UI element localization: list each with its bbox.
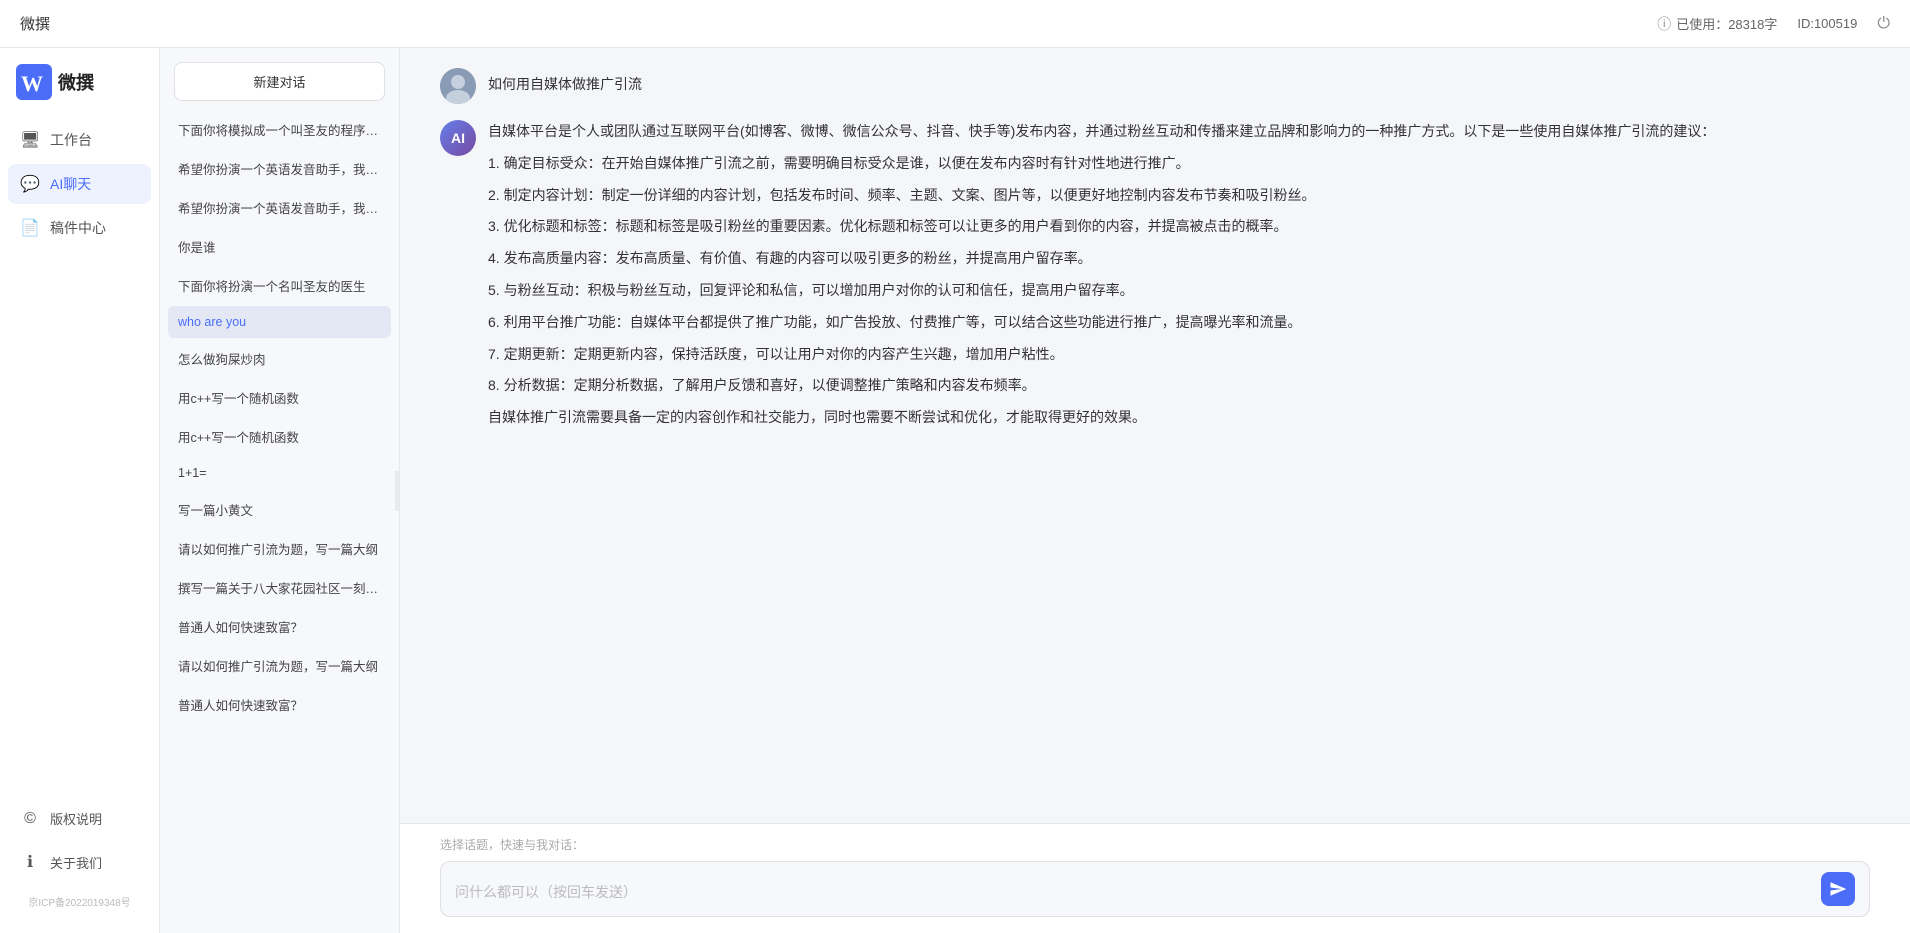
main-layout: W 微撰 🖥 工作台 💬 AI聊天 📄 稿件中心 © 版权说明 (0, 48, 1910, 933)
list-item[interactable]: 用c++写一个随机函数 (168, 418, 391, 455)
list-item[interactable]: 用c++写一个随机函数 (168, 379, 391, 416)
sidebar-item-workbench[interactable]: 🖥 工作台 (8, 120, 151, 160)
ai-avatar: AI (440, 120, 476, 156)
nav-bottom: © 版权说明 ℹ 关于我们 (0, 791, 159, 890)
user-message: 如何用自媒体做推广引流 (440, 68, 1870, 104)
new-chat-button[interactable]: 新建对话 (174, 62, 385, 101)
ai-para-8: 8. 分析数据：定期分析数据，了解用户反馈和喜好，以便调整推广策略和内容发布频率… (488, 374, 1870, 398)
chat-icon: 💬 (20, 174, 40, 194)
list-item[interactable]: 希望你扮演一个英语发音助手，我提供给你... (168, 189, 391, 226)
sidebar-item-about[interactable]: ℹ 关于我们 (8, 842, 151, 882)
list-item[interactable]: 普通人如何快速致富？ (168, 608, 391, 645)
usage-icon: ⓘ (1657, 14, 1671, 34)
list-item[interactable]: 你是谁 (168, 228, 391, 265)
usage-info: ⓘ 已使用：28318字 (1657, 14, 1777, 34)
list-item[interactable]: 普通人如何快速致富？ (168, 686, 391, 723)
list-item[interactable]: 请以如何推广引流为题，写一篇大纲 (168, 647, 391, 684)
send-button[interactable] (1821, 872, 1855, 906)
list-item[interactable]: 撰写一篇关于八大家花园社区一刻钟便民生... (168, 569, 391, 606)
send-icon (1829, 880, 1847, 898)
sidebar-item-drafts[interactable]: 📄 稿件中心 (8, 208, 151, 248)
chat-history-panel: 新建对话 下面你将模拟成一个叫圣友的程序员，我说... 希望你扮演一个英语发音助… (160, 48, 400, 933)
page-title: 微撰 (20, 13, 50, 34)
logo-icon: W (16, 64, 52, 100)
icp-text: 京ICP备2022019348号 (0, 890, 159, 917)
quick-topics-label: 选择话题，快速与我对话： (440, 836, 1870, 853)
left-sidebar: W 微撰 🖥 工作台 💬 AI聊天 📄 稿件中心 © 版权说明 (0, 48, 160, 933)
ai-para-7: 7. 定期更新：定期更新内容，保持活跃度，可以让用户对你的内容产生兴趣，增加用户… (488, 343, 1870, 367)
list-item[interactable]: 怎么做狗屎炒肉 (168, 340, 391, 377)
nav-items: 🖥 工作台 💬 AI聊天 📄 稿件中心 (0, 120, 159, 791)
svg-text:W: W (21, 71, 43, 96)
topbar-right: ⓘ 已使用：28318字 ID:100519 ⏻ (1657, 14, 1890, 34)
list-item[interactable]: 请以如何推广引流为题，写一篇大纲 (168, 530, 391, 567)
list-item[interactable]: 写一篇小黄文 (168, 491, 391, 528)
usage-label: 已使用：28318字 (1676, 14, 1777, 33)
ai-para-4: 4. 发布高质量内容：发布高质量、有价值、有趣的内容可以吸引更多的粉丝，并提高用… (488, 247, 1870, 271)
chat-panel: 如何用自媒体做推广引流 AI 自媒体平台是个人或团队通过互联网平台(如博客、微博… (400, 48, 1910, 933)
copyright-icon: © (20, 810, 40, 828)
user-message-text: 如何用自媒体做推广引流 (488, 68, 642, 94)
about-icon: ℹ (20, 852, 40, 872)
sidebar-item-copyright[interactable]: © 版权说明 (8, 799, 151, 838)
ai-message-text: 自媒体平台是个人或团队通过互联网平台(如博客、微博、微信公众号、抖音、快手等)发… (488, 120, 1870, 438)
sidebar-item-copyright-label: 版权说明 (50, 809, 102, 828)
drafts-icon: 📄 (20, 218, 40, 238)
sidebar-item-workbench-label: 工作台 (50, 130, 92, 150)
ai-para-0: 自媒体平台是个人或团队通过互联网平台(如博客、微博、微信公众号、抖音、快手等)发… (488, 120, 1870, 144)
list-item[interactable]: 1+1= (168, 457, 391, 489)
user-id: ID:100519 (1797, 16, 1857, 31)
chat-input-area: 选择话题，快速与我对话： (400, 823, 1910, 933)
topbar: 微撰 ⓘ 已使用：28318字 ID:100519 ⏻ (0, 0, 1910, 48)
ai-para-9: 自媒体推广引流需要具备一定的内容创作和社交能力，同时也需要不断尝试和优化，才能取… (488, 406, 1870, 430)
sidebar-item-ai-chat[interactable]: 💬 AI聊天 (8, 164, 151, 204)
input-box (440, 861, 1870, 917)
sidebar-item-ai-chat-label: AI聊天 (50, 174, 91, 194)
list-item[interactable]: 下面你将模拟成一个叫圣友的程序员，我说... (168, 111, 391, 148)
logo-area: W 微撰 (0, 64, 159, 120)
collapse-button[interactable]: ◀ (395, 471, 400, 511)
list-item[interactable]: 希望你扮演一个英语发音助手，我提供给你... (168, 150, 391, 187)
user-avatar (440, 68, 476, 104)
ai-para-6: 6. 利用平台推广功能：自媒体平台都提供了推广功能，如广告投放、付费推广等，可以… (488, 311, 1870, 335)
logo-text: 微撰 (58, 69, 94, 95)
ai-para-5: 5. 与粉丝互动：积极与粉丝互动，回复评论和私信，可以增加用户对你的认可和信任，… (488, 279, 1870, 303)
list-item[interactable]: 下面你将扮演一个名叫圣友的医生 (168, 267, 391, 304)
chat-input[interactable] (455, 882, 1813, 906)
ai-para-1: 1. 确定目标受众：在开始自媒体推广引流之前，需要明确目标受众是谁，以便在发布内… (488, 152, 1870, 176)
ai-para-3: 3. 优化标题和标签：标题和标签是吸引粉丝的重要因素。优化标题和标签可以让更多的… (488, 215, 1870, 239)
power-icon[interactable]: ⏻ (1877, 15, 1890, 33)
workbench-icon: 🖥 (20, 130, 40, 150)
ai-para-2: 2. 制定内容计划：制定一份详细的内容计划，包括发布时间、频率、主题、文案、图片… (488, 184, 1870, 208)
sidebar-item-about-label: 关于我们 (50, 853, 102, 872)
chat-messages: 如何用自媒体做推广引流 AI 自媒体平台是个人或团队通过互联网平台(如博客、微博… (400, 48, 1910, 823)
ai-message: AI 自媒体平台是个人或团队通过互联网平台(如博客、微博、微信公众号、抖音、快手… (440, 120, 1870, 438)
history-list: 下面你将模拟成一个叫圣友的程序员，我说... 希望你扮演一个英语发音助手，我提供… (160, 111, 399, 933)
sidebar-item-drafts-label: 稿件中心 (50, 218, 106, 238)
list-item[interactable]: who are you (168, 306, 391, 338)
